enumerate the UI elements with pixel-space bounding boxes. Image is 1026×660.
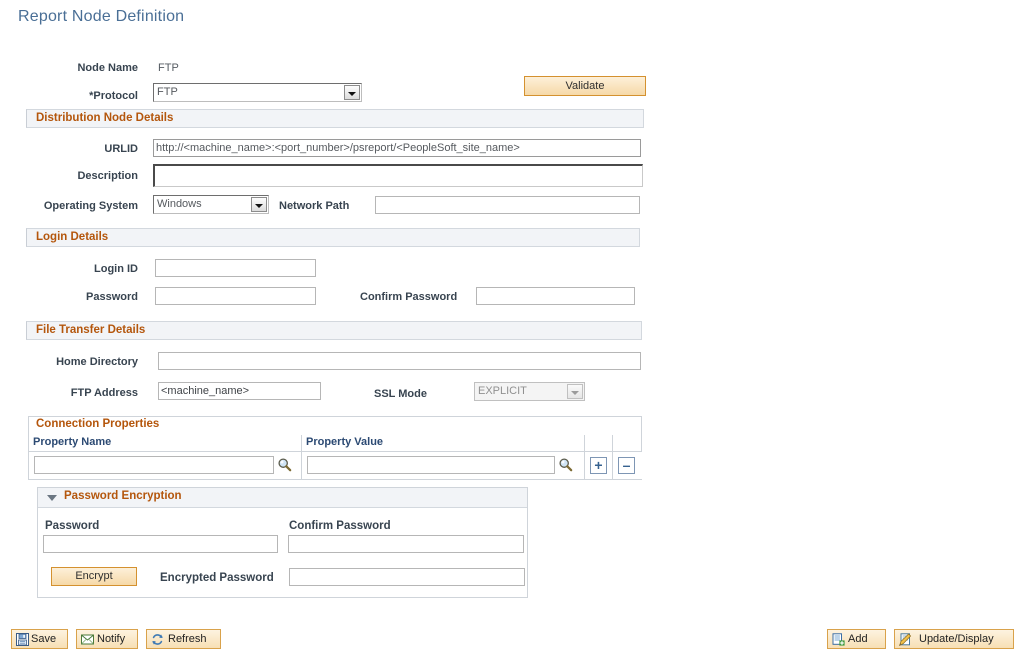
- update-display-button[interactable]: Update/Display: [894, 629, 1014, 649]
- section-title: Password Encryption: [64, 490, 182, 502]
- save-icon: [16, 633, 29, 646]
- section-title: Login Details: [36, 231, 108, 243]
- section-title: File Transfer Details: [36, 324, 145, 336]
- ftp-address-label: FTP Address: [38, 386, 138, 400]
- encryption-confirm-password-input[interactable]: [288, 535, 524, 553]
- envelope-icon: [81, 633, 94, 646]
- chevron-down-icon[interactable]: [344, 85, 360, 100]
- description-input[interactable]: [153, 164, 643, 187]
- table-row-cell-add: +: [585, 452, 613, 479]
- chevron-down-icon[interactable]: [251, 197, 267, 212]
- add-button[interactable]: Add: [827, 629, 886, 649]
- urlid-label: URLID: [38, 142, 138, 156]
- node-name-label: Node Name: [38, 61, 138, 75]
- network-path-label: Network Path: [279, 199, 349, 213]
- table-row-cell-delete: –: [613, 452, 642, 479]
- urlid-input[interactable]: http://<machine_name>:<port_number>/psre…: [153, 139, 641, 157]
- column-header-label: Property Value: [306, 436, 383, 448]
- connection-properties-grid: Connection Properties Property Name Prop…: [28, 416, 642, 480]
- column-header-property-name: Property Name: [29, 435, 302, 452]
- ssl-mode-value: EXPLICIT: [478, 385, 527, 397]
- operating-system-label: Operating System: [14, 199, 138, 213]
- add-row-button[interactable]: +: [590, 457, 607, 474]
- distribution-node-details-header: Distribution Node Details: [26, 109, 644, 128]
- connection-properties-header: Connection Properties: [29, 417, 641, 436]
- confirm-password-input[interactable]: [476, 287, 635, 305]
- edit-document-icon: [899, 633, 912, 646]
- operating-system-value: Windows: [157, 198, 202, 210]
- description-label: Description: [38, 169, 138, 183]
- encryption-confirm-password-label: Confirm Password: [289, 519, 391, 533]
- validate-button[interactable]: Validate: [524, 76, 646, 96]
- login-id-input[interactable]: [155, 259, 316, 277]
- column-header-add: [585, 435, 613, 452]
- home-directory-input[interactable]: [158, 352, 641, 370]
- save-label: Save: [31, 633, 56, 645]
- add-label: Add: [848, 633, 868, 645]
- delete-row-button[interactable]: –: [618, 457, 635, 474]
- file-transfer-details-header: File Transfer Details: [26, 321, 642, 340]
- column-header-property-value: Property Value: [302, 435, 585, 452]
- encrypted-password-input[interactable]: [289, 568, 525, 586]
- network-path-input[interactable]: [375, 196, 640, 214]
- protocol-select[interactable]: FTP: [153, 83, 362, 102]
- search-icon[interactable]: [558, 457, 573, 472]
- login-details-header: Login Details: [26, 228, 640, 247]
- table-row-cell-property-name: [29, 452, 302, 479]
- add-document-icon: [832, 633, 845, 646]
- ssl-mode-select: EXPLICIT: [474, 382, 585, 401]
- ssl-mode-label: SSL Mode: [374, 387, 427, 401]
- protocol-label: *Protocol: [38, 89, 138, 103]
- password-encryption-header[interactable]: Password Encryption: [38, 488, 527, 508]
- encryption-password-input[interactable]: [43, 535, 278, 553]
- section-title: Connection Properties: [36, 418, 159, 430]
- protocol-select-value: FTP: [157, 86, 178, 98]
- refresh-label: Refresh: [168, 633, 207, 645]
- table-row-cell-property-value: [302, 452, 585, 479]
- ftp-address-input[interactable]: <machine_name>: [158, 382, 321, 400]
- column-header-delete: [613, 435, 641, 452]
- encrypted-password-label: Encrypted Password: [160, 571, 274, 585]
- password-input[interactable]: [155, 287, 316, 305]
- node-name-value: FTP: [158, 61, 179, 75]
- search-icon[interactable]: [277, 457, 292, 472]
- chevron-down-icon: [567, 384, 583, 399]
- section-title: Distribution Node Details: [36, 112, 173, 124]
- add-row-label: +: [591, 457, 606, 474]
- password-label: Password: [38, 290, 138, 304]
- refresh-button[interactable]: Refresh: [146, 629, 221, 649]
- confirm-password-label: Confirm Password: [360, 290, 457, 304]
- delete-row-label: –: [619, 457, 634, 474]
- encryption-password-label: Password: [45, 519, 99, 533]
- password-encryption-panel: Password Encryption Password Confirm Pas…: [37, 487, 528, 598]
- home-directory-label: Home Directory: [38, 355, 138, 369]
- encrypt-button[interactable]: Encrypt: [51, 567, 137, 586]
- chevron-down-icon[interactable]: [47, 495, 57, 501]
- update-display-label: Update/Display: [919, 633, 994, 645]
- login-id-label: Login ID: [38, 262, 138, 276]
- notify-button[interactable]: Notify: [76, 629, 138, 649]
- operating-system-select[interactable]: Windows: [153, 195, 269, 214]
- property-name-input[interactable]: [34, 456, 274, 474]
- save-button[interactable]: Save: [11, 629, 68, 649]
- property-value-input[interactable]: [307, 456, 555, 474]
- notify-label: Notify: [97, 633, 125, 645]
- refresh-icon: [151, 633, 164, 646]
- page-title: Report Node Definition: [18, 8, 184, 26]
- column-header-label: Property Name: [33, 436, 111, 448]
